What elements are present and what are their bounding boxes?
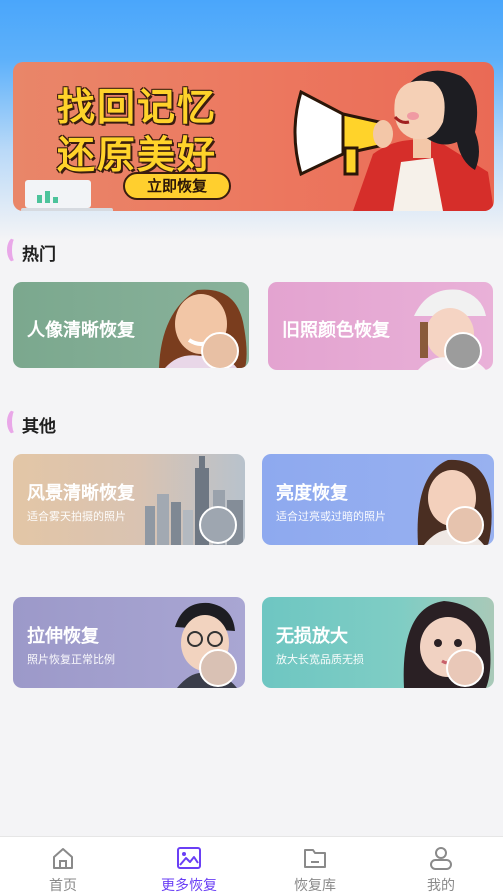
card-title: 拉伸恢复 (27, 626, 99, 647)
tab-mine[interactable]: 我的 (378, 837, 503, 896)
card-title: 人像清晰恢复 (27, 320, 135, 341)
section-title-hot: 热门 (22, 245, 56, 265)
image-icon (177, 847, 201, 869)
tab-more-restore[interactable]: 更多恢复 (126, 837, 252, 896)
tab-restore-library[interactable]: 恢复库 (252, 837, 378, 896)
landscape-thumbnail (199, 506, 237, 544)
tab-label: 我的 (427, 878, 455, 894)
landscape-restore-card[interactable]: 风景清晰恢复 适合雾天拍摄的照片 (13, 454, 245, 545)
home-icon (53, 848, 73, 869)
lossless-upscale-card[interactable]: 无损放大 放大长宽品质无损 (262, 597, 494, 688)
tab-home[interactable]: 首页 (0, 837, 126, 896)
folder-icon (304, 849, 326, 868)
megaphone-woman-illustration (293, 70, 494, 211)
stretch-restore-card[interactable]: 拉伸恢复 照片恢复正常比例 (13, 597, 245, 688)
card-subtitle: 适合雾天拍摄的照片 (27, 510, 126, 523)
portrait-thumbnail (201, 332, 239, 368)
section-marker (7, 237, 23, 263)
card-subtitle: 适合过亮或过暗的照片 (276, 510, 386, 523)
section-title-other: 其他 (22, 417, 56, 437)
tab-label: 更多恢复 (161, 878, 217, 894)
old-photo-thumbnail (444, 332, 482, 370)
card-title: 无损放大 (276, 626, 348, 647)
card-title: 风景清晰恢复 (27, 483, 135, 504)
upscale-thumbnail (446, 649, 484, 687)
stretch-thumbnail (199, 649, 237, 687)
banner-headline-1: 找回记忆 (57, 85, 218, 129)
brightness-thumbnail (446, 506, 484, 544)
tab-label: 恢复库 (294, 878, 336, 894)
card-title: 旧照颜色恢复 (282, 320, 390, 341)
card-subtitle: 放大长宽品质无损 (276, 653, 364, 666)
brightness-restore-card[interactable]: 亮度恢复 适合过亮或过暗的照片 (262, 454, 494, 545)
person-icon (430, 847, 452, 870)
portrait-restore-card[interactable]: 人像清晰恢复 (13, 282, 249, 368)
section-marker (7, 409, 23, 435)
tab-label: 首页 (49, 878, 77, 894)
card-subtitle: 照片恢复正常比例 (27, 653, 115, 666)
restore-now-button[interactable]: 立即恢复 (123, 172, 231, 200)
card-title: 亮度恢复 (276, 483, 348, 504)
bottom-tab-bar: 首页 更多恢复 恢复库 我的 (0, 836, 503, 896)
color-restore-card[interactable]: 旧照颜色恢复 (268, 282, 493, 370)
banner-headline-2: 还原美好 (57, 133, 218, 177)
laptop-illustration (21, 180, 113, 211)
promo-banner[interactable]: 找回记忆 还原美好 立即恢复 (13, 62, 494, 211)
